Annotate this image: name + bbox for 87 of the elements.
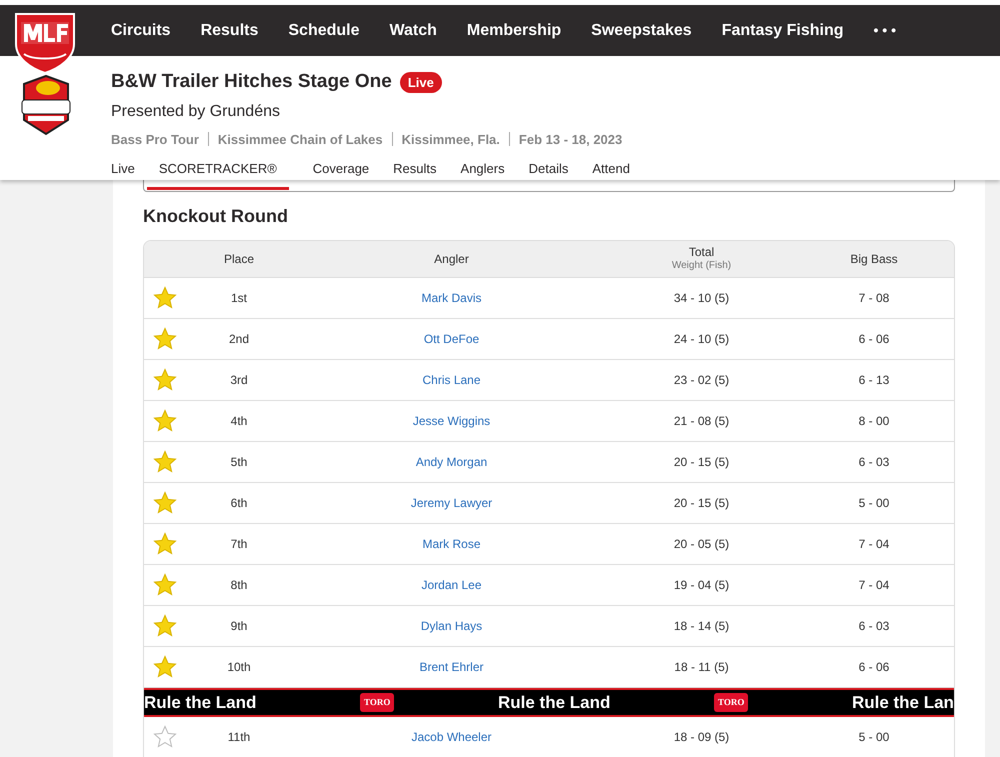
place-cell-text: 2nd xyxy=(228,331,250,348)
total-cell-text: 20 - 15 (5) xyxy=(672,495,730,512)
tab[interactable]: Results xyxy=(393,159,437,190)
banner-slogan: Rule the Land xyxy=(498,692,610,714)
column-header: Angler xyxy=(433,252,470,266)
event-meta: Kissimmee, Fla. xyxy=(402,130,500,148)
place-cell-text: 7th xyxy=(230,536,248,553)
nav-link[interactable]: Membership xyxy=(466,18,562,42)
tab[interactable]: Coverage xyxy=(312,159,370,190)
total-cell-text: 20 - 05 (5) xyxy=(672,536,730,553)
column-header: Big Bass xyxy=(849,252,899,266)
ad-banner[interactable]: Rule the Land TORO Rule the Land TORO Rule the Lan xyxy=(144,688,954,717)
total-cell-text: 18 - 14 (5) xyxy=(672,618,730,635)
column-header: Total Weight (Fish) xyxy=(670,245,732,273)
nav-link[interactable]: Schedule xyxy=(288,18,360,42)
star-icon[interactable] xyxy=(153,286,177,310)
event-meta: Feb 13 - 18, 2023 xyxy=(518,130,622,148)
more-link[interactable]: • • • xyxy=(873,20,896,41)
column-header: Place xyxy=(222,252,256,266)
event-meta: Bass Pro Tour xyxy=(111,130,199,148)
place-cell-text: 8th xyxy=(230,577,248,594)
angler-link[interactable]: Dylan Hays xyxy=(420,619,482,633)
star-icon[interactable] xyxy=(153,532,177,556)
tab[interactable]: Anglers xyxy=(460,159,505,190)
place-cell-text: 10th xyxy=(226,659,252,676)
star-icon[interactable] xyxy=(153,327,177,351)
banner-slogan: Rule the Land xyxy=(144,692,256,714)
banner-slogan: Rule the Lan xyxy=(852,692,954,714)
big-bass-cell-text: 6 - 13 xyxy=(858,372,890,389)
nav-link[interactable]: Results xyxy=(200,18,258,42)
star-icon[interactable] xyxy=(153,409,177,433)
place-cell-text: 11th xyxy=(226,729,252,746)
presenter-text: Presented by Grundéns xyxy=(111,102,281,122)
place-cell-text: 9th xyxy=(230,618,248,635)
nav-link[interactable]: Watch xyxy=(390,18,437,42)
total-cell-text: 24 - 10 (5) xyxy=(672,331,730,348)
big-bass-cell-text: 7 - 08 xyxy=(858,290,890,307)
total-cell-text: 21 - 08 (5) xyxy=(672,413,730,430)
nav-link[interactable]: Circuits xyxy=(111,18,171,42)
angler-link[interactable]: Brent Ehrler xyxy=(419,660,484,674)
event-title: B&W Trailer Hitches Stage One xyxy=(111,70,392,94)
place-cell-text: 4th xyxy=(230,413,248,430)
angler-link[interactable]: Chris Lane xyxy=(422,373,481,387)
big-bass-cell-text: 7 - 04 xyxy=(858,577,890,594)
star-icon[interactable] xyxy=(153,491,177,515)
tab[interactable]: Details xyxy=(528,159,568,190)
tab[interactable]: Live xyxy=(111,159,135,190)
star-icon[interactable] xyxy=(153,450,177,474)
angler-link[interactable]: Jordan Lee xyxy=(421,578,482,592)
angler-link[interactable]: Jeremy Lawyer xyxy=(410,496,492,510)
star-icon[interactable] xyxy=(153,573,177,597)
total-cell-text: 18 - 11 (5) xyxy=(673,659,730,676)
big-bass-cell-text: 6 - 06 xyxy=(858,331,890,348)
big-bass-cell-text: 6 - 03 xyxy=(858,618,890,635)
section-title: Knockout Round xyxy=(143,205,289,228)
big-bass-cell-text: 6 - 06 xyxy=(858,659,890,676)
brand-logo: TORO xyxy=(714,692,748,712)
total-cell-text: 23 - 02 (5) xyxy=(672,372,730,389)
total-cell-text: 18 - 09 (5) xyxy=(672,729,730,746)
big-bass-cell-text: 6 - 03 xyxy=(858,454,890,471)
angler-link[interactable]: Jesse Wiggins xyxy=(412,414,490,428)
event-meta: Kissimmee Chain of Lakes xyxy=(218,130,383,148)
nav-link[interactable]: Sweepstakes xyxy=(591,18,692,42)
big-bass-cell-text: 5 - 00 xyxy=(858,495,890,512)
star-icon[interactable] xyxy=(153,368,177,392)
big-bass-cell-text: 7 - 04 xyxy=(858,536,890,553)
tab[interactable]: Attend xyxy=(592,159,630,190)
place-cell-text: 6th xyxy=(230,495,248,512)
star-icon[interactable] xyxy=(153,614,177,638)
place-cell-text: 1st xyxy=(230,290,248,307)
angler-link[interactable]: Andy Morgan xyxy=(416,455,488,469)
brand-logo: TORO xyxy=(360,692,394,712)
big-bass-cell-text: 5 - 00 xyxy=(858,729,890,746)
angler-link[interactable]: Ott DeFoe xyxy=(424,332,480,346)
place-cell-text: 3rd xyxy=(229,372,249,389)
total-cell-text: 34 - 10 (5) xyxy=(672,290,730,307)
angler-link[interactable]: Jacob Wheeler xyxy=(411,730,492,744)
star-icon[interactable] xyxy=(153,725,177,749)
big-bass-cell-text: 8 - 00 xyxy=(858,413,890,430)
place-cell-text: 5th xyxy=(230,454,248,471)
nav-link[interactable]: Fantasy Fishing xyxy=(722,18,844,42)
angler-link[interactable]: Mark Rose xyxy=(422,537,480,551)
angler-link[interactable]: Mark Davis xyxy=(421,291,482,305)
star-icon[interactable] xyxy=(153,655,177,679)
total-cell-text: 20 - 15 (5) xyxy=(672,454,730,471)
live-badge: Live xyxy=(400,72,442,93)
total-cell-text: 19 - 04 (5) xyxy=(672,577,730,594)
